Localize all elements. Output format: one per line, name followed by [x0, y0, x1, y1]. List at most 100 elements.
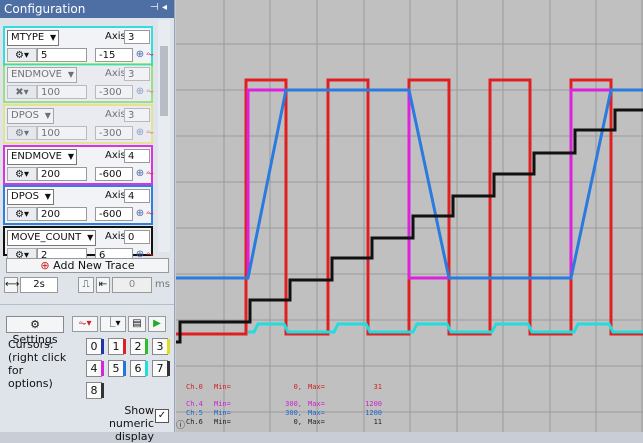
autoscale-icon[interactable]: ⊕: [135, 85, 145, 99]
trace-type-dropdown[interactable]: ⚙▾: [7, 167, 37, 181]
cursor-button-6[interactable]: 6: [130, 360, 148, 377]
legend-text: 1200: [365, 409, 382, 417]
parameter-dropdown[interactable]: MOVE_COUNT ▼: [7, 230, 97, 246]
parameter-dropdown[interactable]: DPOS ▼: [7, 189, 54, 205]
legend-text: 11: [374, 418, 382, 426]
parameter-dropdown[interactable]: ENDMOVE ▼: [7, 67, 77, 83]
offset-value: -600: [99, 209, 122, 220]
add-new-trace-button[interactable]: ⊕ Add New Trace: [6, 258, 169, 273]
play-icon[interactable]: ▶: [148, 316, 166, 332]
trigger-unit: ms: [155, 279, 170, 290]
offset-input[interactable]: -600: [95, 207, 133, 221]
settings-button[interactable]: ⚙ Settings: [6, 316, 64, 346]
plot-canvas: Ch.0 Min= 0, Max= 31 Ch.4 Min= 300, Max= 1200 Ch.5…: [176, 0, 643, 432]
axis-value: 3: [128, 32, 135, 43]
trigger-input[interactable]: 0: [112, 277, 152, 293]
cursor-button-3[interactable]: 3: [152, 338, 170, 355]
cursor-button-1[interactable]: 1: [108, 338, 126, 355]
timebase-icon: ⟷: [4, 277, 19, 293]
axis-spinner[interactable]: 3: [124, 108, 150, 122]
axis-spinner[interactable]: 0: [124, 230, 150, 244]
parameter-name: ENDMOVE: [11, 151, 62, 162]
offset-value: -300: [99, 87, 122, 98]
trace-config[interactable]: ENDMOVE ▼ Axis 4 ⚙▾ 200 -600 ⊕ ⏦: [3, 145, 155, 185]
trace-config[interactable]: MTYPE ▼ Axis 3 ⚙▾ 5 -15 ⊕ ⏦: [3, 26, 155, 66]
cursor-color-bar: [101, 383, 104, 398]
trace-type-dropdown[interactable]: ✖▾: [7, 85, 37, 99]
trace-config[interactable]: DPOS ▼ Axis 4 ⚙▾ 200 -600 ⊕ ⏦: [3, 185, 155, 225]
trace-style-icon[interactable]: ⏦: [145, 126, 155, 140]
cursor-color-bar: [123, 339, 126, 354]
trace-type-dropdown[interactable]: ⚙▾: [7, 126, 37, 140]
info-icon[interactable]: ⓘ: [176, 418, 186, 431]
legend-text: 300,: [285, 409, 302, 417]
parameter-name: MTYPE: [11, 32, 45, 43]
cursor-button-4[interactable]: 4: [86, 360, 104, 377]
trace-style-icon[interactable]: ⏦: [145, 207, 155, 221]
axis-spinner[interactable]: 4: [124, 189, 150, 203]
axis-value: 3: [128, 110, 135, 121]
trace-type-dropdown[interactable]: ⚙▾: [7, 207, 37, 221]
scale-input[interactable]: 200: [37, 167, 87, 181]
parameter-dropdown[interactable]: ENDMOVE ▼: [7, 149, 77, 165]
chevron-down-icon: ▼: [44, 111, 51, 120]
settings-icon: ⚙: [30, 318, 40, 331]
cursor-button-8[interactable]: 8: [86, 382, 104, 399]
parameter-name: ENDMOVE: [11, 69, 62, 80]
axis-spinner[interactable]: 3: [124, 30, 150, 44]
scale-input[interactable]: 200: [37, 207, 87, 221]
offset-input[interactable]: -300: [95, 126, 133, 140]
cursor-number: 5: [112, 362, 120, 375]
axis-label: Axis: [105, 109, 126, 120]
scale-value: 100: [41, 128, 61, 139]
trigger-icon[interactable]: ⎍: [78, 277, 94, 293]
timebase-input[interactable]: 2s: [20, 277, 58, 293]
autoscale-icon[interactable]: ⊕: [135, 48, 145, 62]
chevron-down-icon: ▼: [67, 152, 74, 161]
axis-spinner[interactable]: 3: [124, 67, 150, 81]
trace-list-scrollbar[interactable]: [158, 20, 170, 252]
cursor-number: 4: [90, 362, 98, 375]
trace-config[interactable]: MOVE_COUNT ▼ Axis 0 ⚙▾ 2 6 ⊕ ⏦: [3, 226, 154, 262]
scale-input[interactable]: 100: [37, 126, 87, 140]
cursor-number: 8: [90, 384, 98, 397]
close-icon[interactable]: ◂: [162, 2, 167, 13]
scrollbar-thumb[interactable]: [160, 46, 168, 116]
trigger-toggle-icon[interactable]: ⇤: [96, 277, 110, 293]
parameter-name: MOVE_COUNT: [11, 232, 82, 243]
offset-input[interactable]: -300: [95, 85, 133, 99]
trace-config[interactable]: DPOS ▼ Axis 3 ⚙▾ 100 -300 ⊕ ⏦: [3, 104, 155, 144]
parameter-dropdown[interactable]: DPOS ▼: [7, 108, 54, 124]
clipboard-icon[interactable]: ▤: [128, 316, 146, 332]
autoscale-icon[interactable]: ⊕: [135, 126, 145, 140]
trace-type-dropdown[interactable]: ⚙▾: [7, 48, 37, 62]
offset-value: -600: [99, 169, 122, 180]
oscilloscope-plot[interactable]: Ch.0 Min= 0, Max= 31 Ch.4 Min= 300, Max= 1200 Ch.5…: [176, 0, 643, 432]
scale-input[interactable]: 100: [37, 85, 87, 99]
step-style-dropdown[interactable]: ⎿▾: [100, 316, 126, 332]
cursor-button-2[interactable]: 2: [130, 338, 148, 355]
cursor-color-bar: [101, 339, 104, 354]
cursor-number: 0: [90, 340, 98, 353]
offset-input[interactable]: -15: [95, 48, 133, 62]
autoscale-icon[interactable]: ⊕: [135, 167, 145, 181]
cursor-button-7[interactable]: 7: [152, 360, 170, 377]
trace-style-dropdown[interactable]: ⏦▾: [72, 316, 98, 332]
autoscale-icon[interactable]: ⊕: [135, 207, 145, 221]
show-numeric-checkbox[interactable]: ✓: [155, 409, 169, 423]
add-new-trace-label: Add New Trace: [53, 259, 135, 272]
cursor-button-0[interactable]: 0: [86, 338, 104, 355]
offset-value: -15: [99, 50, 116, 61]
chevron-down-icon: ▼: [87, 233, 94, 242]
parameter-dropdown[interactable]: MTYPE ▼: [7, 30, 60, 46]
trace-style-icon[interactable]: ⏦: [145, 85, 155, 99]
trace-config[interactable]: ENDMOVE ▼ Axis 3 ✖▾ 100 -300 ⊕ ⏦: [3, 63, 155, 103]
axis-spinner[interactable]: 4: [124, 149, 150, 163]
cursor-button-5[interactable]: 5: [108, 360, 126, 377]
trace-style-icon[interactable]: ⏦: [145, 48, 155, 62]
pin-icon[interactable]: ⊣: [150, 2, 159, 13]
offset-input[interactable]: -600: [95, 167, 133, 181]
trace-style-icon[interactable]: ⏦: [145, 167, 155, 181]
scale-input[interactable]: 5: [37, 48, 87, 62]
legend-text: Min=: [214, 409, 231, 417]
